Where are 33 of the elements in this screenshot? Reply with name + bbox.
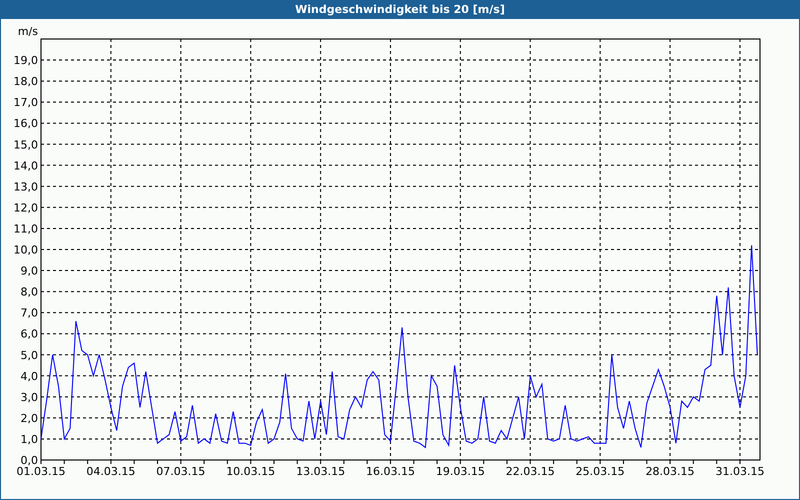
y-tick-label: 6,0 — [20, 328, 38, 341]
y-tick-label: 10,0 — [14, 244, 38, 256]
y-tick-label: 11,0 — [14, 222, 38, 236]
y-tick-label: 7,0 — [20, 306, 38, 320]
y-tick-label: 16,0 — [14, 117, 38, 130]
x-tick-label: 16.03.15 — [366, 465, 415, 478]
y-tick-label: 3,0 — [20, 390, 38, 404]
x-tick-label: 22.03.15 — [506, 465, 555, 478]
window-title: Windgeschwindigkeit bis 20 [m/s] — [295, 3, 505, 16]
y-tick-label: 12,0 — [14, 201, 38, 214]
y-tick-label: 18,0 — [14, 75, 38, 88]
x-tick-label: 01.03.15 — [16, 465, 66, 478]
y-tick-label: 13,0 — [14, 180, 38, 194]
y-tick-label: 0,0 — [20, 454, 38, 467]
y-tick-label: 15,0 — [14, 138, 38, 152]
y-tick-label: 4,0 — [20, 370, 38, 383]
x-tick-label: 19.03.15 — [436, 465, 485, 478]
x-tick-label: 13.03.15 — [296, 465, 346, 478]
y-tick-label: 14,0 — [14, 159, 38, 172]
x-tick-label: 31.03.15 — [715, 465, 764, 478]
y-tick-label: 2,0 — [20, 412, 38, 425]
y-tick-label: 19,0 — [14, 54, 38, 68]
x-tick-label: 28.03.15 — [646, 465, 695, 478]
x-tick-label: 25.03.15 — [576, 465, 625, 478]
x-tick-label: 04.03.15 — [86, 465, 136, 478]
y-tick-label: 5,0 — [20, 348, 38, 362]
y-tick-label: 8,0 — [20, 286, 38, 299]
y-tick-label: 1,0 — [20, 432, 38, 446]
x-tick-label: 07.03.15 — [156, 465, 206, 478]
y-tick-label: 17,0 — [14, 96, 38, 110]
y-axis-label: m/s — [18, 25, 38, 38]
x-tick-label: 10.03.15 — [226, 465, 276, 478]
y-tick-label: 9,0 — [20, 264, 38, 278]
